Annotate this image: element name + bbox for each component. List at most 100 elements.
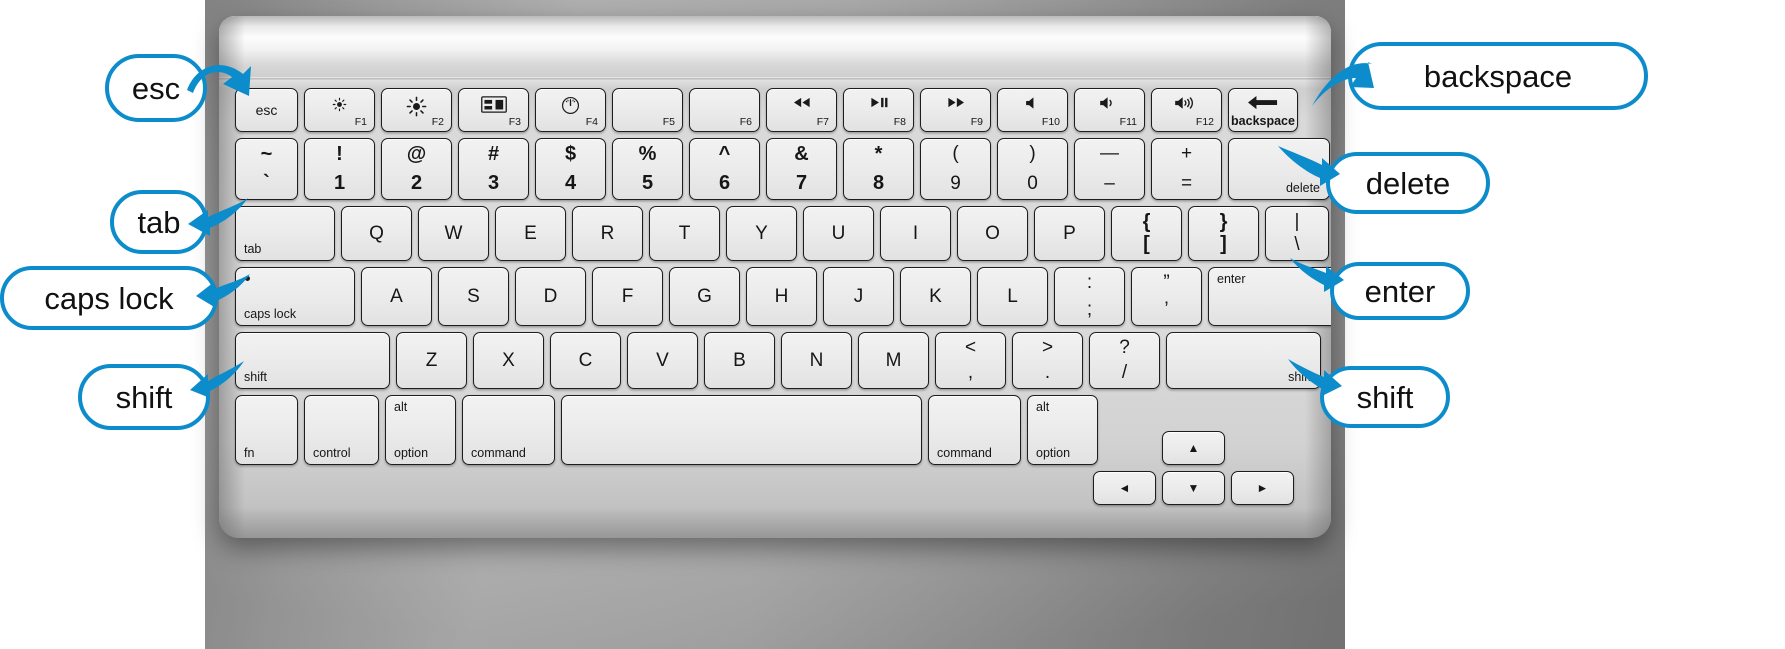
key-command-right[interactable]: command	[928, 395, 1021, 465]
key-command-left[interactable]: command	[462, 395, 555, 465]
key-option-left[interactable]: alt option	[385, 395, 456, 465]
key-c[interactable]: C	[550, 332, 621, 389]
key-t[interactable]: T	[649, 206, 720, 261]
key-z[interactable]: Z	[396, 332, 467, 389]
key-arrow-up[interactable]: ▲	[1162, 431, 1225, 465]
key-l[interactable]: L	[977, 267, 1048, 326]
callout-pointer-tab	[188, 196, 252, 238]
callout-backspace[interactable]: backspace	[1348, 42, 1648, 110]
key-g[interactable]: G	[669, 267, 740, 326]
key-bracket-left[interactable]: { [	[1111, 206, 1182, 261]
key-6[interactable]: ^ 6	[689, 138, 760, 200]
key-arrow-right[interactable]: ►	[1231, 471, 1294, 505]
key-f10-label: F10	[1041, 115, 1060, 128]
rewind-icon	[767, 96, 836, 112]
key-2[interactable]: @ 2	[381, 138, 452, 200]
key-slash[interactable]: ? /	[1089, 332, 1160, 389]
key-semicolon[interactable]: : ;	[1054, 267, 1125, 326]
key-control[interactable]: control	[304, 395, 379, 465]
key-minus-lower: –	[1104, 173, 1115, 194]
key-f4[interactable]: F4	[535, 88, 606, 132]
volume-up-icon	[1152, 96, 1221, 113]
volume-down-icon	[1075, 96, 1144, 113]
fast-forward-icon	[921, 96, 990, 112]
key-minus[interactable]: — –	[1074, 138, 1145, 200]
key-z-label: Z	[425, 349, 438, 371]
key-quote-upper: ”	[1163, 272, 1170, 293]
key-f7[interactable]: F7	[766, 88, 837, 132]
key-backspace[interactable]: backspace	[1228, 88, 1298, 132]
key-j[interactable]: J	[823, 267, 894, 326]
key-8-upper: *	[874, 143, 883, 165]
key-4-upper: $	[564, 143, 577, 165]
key-f5[interactable]: F5	[612, 88, 683, 132]
key-p-label: P	[1063, 222, 1076, 244]
key-h[interactable]: H	[746, 267, 817, 326]
key-option-right[interactable]: alt option	[1027, 395, 1098, 465]
key-8[interactable]: * 8	[843, 138, 914, 200]
key-i[interactable]: I	[880, 206, 951, 261]
key-b[interactable]: B	[704, 332, 775, 389]
key-w[interactable]: W	[418, 206, 489, 261]
key-f1[interactable]: F1	[304, 88, 375, 132]
key-7[interactable]: & 7	[766, 138, 837, 200]
key-quote[interactable]: ” ’	[1131, 267, 1202, 326]
key-space[interactable]	[561, 395, 922, 465]
key-backtick[interactable]: ~ `	[235, 138, 298, 200]
key-f10[interactable]: F10	[997, 88, 1068, 132]
key-fn[interactable]: fn	[235, 395, 298, 465]
key-4[interactable]: $ 4	[535, 138, 606, 200]
key-u[interactable]: U	[803, 206, 874, 261]
key-q[interactable]: Q	[341, 206, 412, 261]
key-equals[interactable]: + =	[1151, 138, 1222, 200]
dashboard-icon	[536, 96, 605, 118]
keyboard-top-bevel	[219, 16, 1331, 80]
key-y[interactable]: Y	[726, 206, 797, 261]
key-9[interactable]: ( 9	[920, 138, 991, 200]
key-f[interactable]: F	[592, 267, 663, 326]
key-a[interactable]: A	[361, 267, 432, 326]
key-arrow-left[interactable]: ◄	[1093, 471, 1156, 505]
key-f6[interactable]: F6	[689, 88, 760, 132]
key-3[interactable]: # 3	[458, 138, 529, 200]
key-backtick-upper: ~	[260, 143, 273, 165]
key-bracket-right[interactable]: } ]	[1188, 206, 1259, 261]
key-equals-lower: =	[1180, 173, 1193, 194]
key-f9[interactable]: F9	[920, 88, 991, 132]
key-e[interactable]: E	[495, 206, 566, 261]
callout-pointer-delete	[1276, 144, 1342, 190]
callout-delete[interactable]: delete	[1326, 152, 1490, 214]
key-v[interactable]: V	[627, 332, 698, 389]
key-f2[interactable]: F2	[381, 88, 452, 132]
callout-enter[interactable]: enter	[1330, 262, 1470, 320]
key-m[interactable]: M	[858, 332, 929, 389]
key-5[interactable]: % 5	[612, 138, 683, 200]
key-1[interactable]: ! 1	[304, 138, 375, 200]
key-x[interactable]: X	[473, 332, 544, 389]
key-s[interactable]: S	[438, 267, 509, 326]
key-0-lower: 0	[1027, 173, 1038, 194]
key-slash-upper: ?	[1119, 337, 1130, 358]
key-f11[interactable]: F11	[1074, 88, 1145, 132]
key-f8[interactable]: F8	[843, 88, 914, 132]
key-g-label: G	[697, 285, 712, 307]
key-r[interactable]: R	[572, 206, 643, 261]
key-n[interactable]: N	[781, 332, 852, 389]
key-comma[interactable]: < ,	[935, 332, 1006, 389]
key-d[interactable]: D	[515, 267, 586, 326]
key-arrow-down[interactable]: ▼	[1162, 471, 1225, 505]
key-k[interactable]: K	[900, 267, 971, 326]
key-m-label: M	[885, 349, 902, 371]
key-backslash[interactable]: | \	[1265, 206, 1329, 261]
key-period-upper: >	[1041, 337, 1054, 358]
key-shift-left[interactable]: shift	[235, 332, 390, 389]
key-f12[interactable]: F12	[1151, 88, 1222, 132]
key-0[interactable]: ) 0	[997, 138, 1068, 200]
key-period[interactable]: > .	[1012, 332, 1083, 389]
key-p[interactable]: P	[1034, 206, 1105, 261]
key-o[interactable]: O	[957, 206, 1028, 261]
home-key-row: caps lock A S D F G H J K L : ; ” ’ ente…	[235, 267, 1331, 326]
key-f3[interactable]: F3	[458, 88, 529, 132]
key-bracket-right-upper: }	[1219, 211, 1228, 233]
callout-caps-lock[interactable]: caps lock	[0, 266, 218, 330]
